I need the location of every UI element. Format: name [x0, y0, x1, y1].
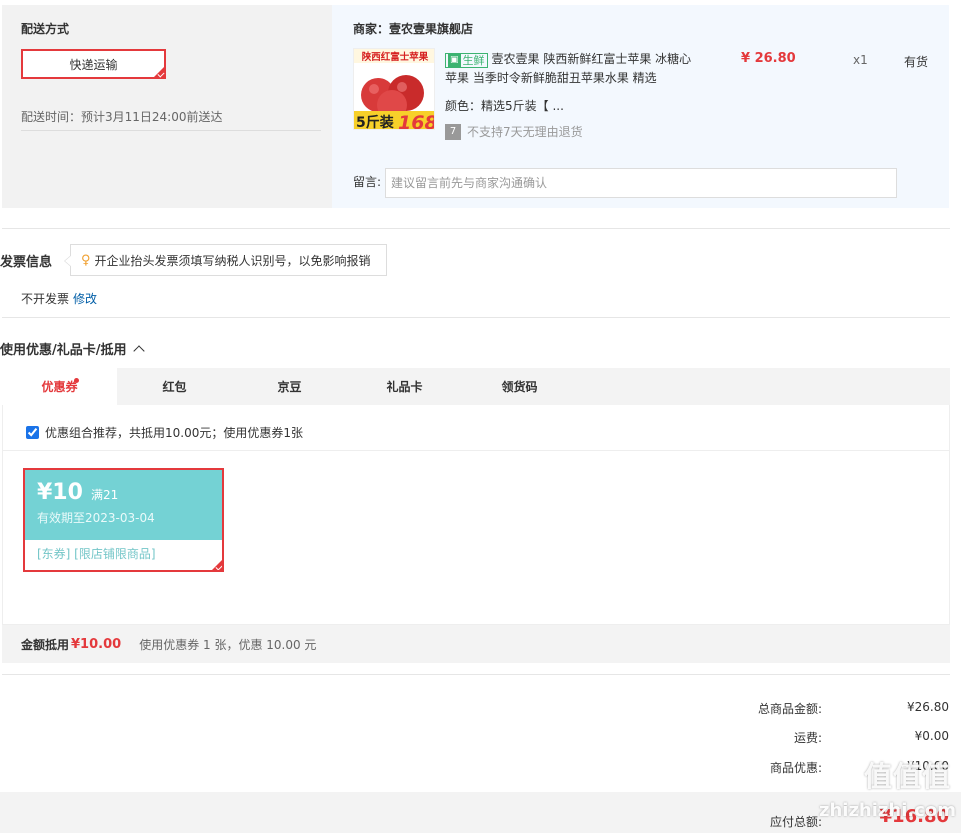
watermark-logo: 值值值: [863, 760, 951, 793]
product-title[interactable]: ▣ 生鲜 壹农壹果 陕西新鲜红富士苹果 冰糖心苹果 当季时令新鲜脆甜丑苹果水果 精选: [445, 50, 695, 88]
chevron-up-icon: [132, 344, 145, 357]
selected-check-icon: [152, 65, 166, 79]
invoice-status-text: 不开发票: [21, 292, 70, 306]
invoice-tip-text: 开企业抬头发票须填写纳税人识别号，以免影响报销: [94, 253, 371, 268]
coupons-title: 使用优惠/礼品卡/抵用: [0, 343, 127, 358]
tab-label: 京豆: [277, 380, 302, 394]
combo-recommend[interactable]: 优惠组合推荐，共抵用10.00元；使用优惠券1张: [26, 424, 303, 441]
message-label: 留言:: [353, 175, 382, 189]
payable-label: 应付总额:: [769, 815, 822, 829]
coupon-header: ¥10 满21 有效期至2023-03-04: [25, 470, 222, 540]
coupon-expiry: 有效期至2023-03-04: [37, 511, 155, 525]
invoice-tip: ♀ 开企业抬头发票须填写纳税人识别号，以免影响报销: [64, 244, 387, 276]
summary-label: 金额抵用: [21, 637, 70, 652]
goods-total-label: 总商品金额:: [757, 702, 822, 716]
combo-text: 优惠组合推荐，共抵用10.00元；使用优惠券1张: [45, 426, 303, 440]
shipping-title: 配送方式: [21, 22, 70, 36]
notification-dot: [74, 378, 79, 383]
divider: [21, 130, 321, 131]
thumb-banner: 陕西红富士苹果: [362, 51, 429, 63]
watermark-site: zhizhizhi.com: [818, 800, 956, 821]
goods-total-value: ¥26.80: [907, 700, 949, 714]
summary-desc: 使用优惠券 1 张，优惠 10.00 元: [139, 637, 317, 652]
apple-image-icon: 陕西红富士苹果 5斤装 168: [354, 49, 435, 130]
tab-label: 领货码: [501, 380, 538, 394]
tab-jd-beans[interactable]: 京豆: [232, 368, 347, 405]
shipping-time: 配送时间：预计3月11日24:00前送达: [21, 110, 223, 124]
return-policy-text: 不支持7天无理由退货: [467, 125, 583, 139]
coupon-summary: 金额抵用 ¥10.00 使用优惠券 1 张，优惠 10.00 元: [2, 625, 950, 663]
divider: [2, 450, 950, 451]
summary-amount: ¥10.00: [71, 636, 122, 652]
invoice-status: 不开发票 修改: [21, 290, 97, 307]
coupon-tabs: 优惠券 红包 京豆 礼品卡 领货码: [2, 368, 950, 405]
product-thumbnail[interactable]: 陕西红富士苹果 5斤装 168: [353, 48, 435, 130]
discount-label: 商品优惠:: [769, 761, 822, 775]
shipping-method-button[interactable]: 快递运输: [21, 49, 166, 79]
product-quantity: x1: [853, 53, 868, 67]
invoice-title: 发票信息: [0, 255, 53, 270]
coupon-amount: ¥10: [37, 480, 83, 505]
coupon-amount-row: ¥10 满21: [37, 480, 210, 505]
shipping-method-label: 快递运输: [69, 57, 118, 72]
return-7day-icon: 7: [445, 123, 461, 140]
product-price: ¥ 26.80: [741, 51, 796, 66]
fresh-tag: ▣ 生鲜: [445, 53, 488, 68]
tab-gift-card[interactable]: 礼品卡: [347, 368, 462, 405]
freight-value: ¥0.00: [914, 729, 949, 743]
thumb-price: 168: [398, 112, 435, 130]
fresh-tag-label: 生鲜: [462, 54, 485, 67]
tab-red-envelope[interactable]: 红包: [117, 368, 232, 405]
tab-pickup-code[interactable]: 领货码: [462, 368, 577, 405]
tab-label: 礼品卡: [386, 380, 423, 394]
selected-check-icon: [210, 558, 222, 570]
product-color: 颜色：精选5斤装【 ...: [445, 99, 564, 113]
tab-label: 优惠券: [41, 380, 78, 394]
return-policy: 7 不支持7天无理由退货: [445, 123, 583, 140]
thumb-weight: 5斤装: [356, 114, 395, 130]
coupon-card[interactable]: ¥10 满21 有效期至2023-03-04 [东券] [限店铺限商品]: [23, 468, 224, 572]
coupon-condition: 满21: [90, 488, 119, 502]
coupons-section-toggle[interactable]: 使用优惠/礼品卡/抵用: [0, 339, 145, 358]
tab-coupons[interactable]: 优惠券: [2, 368, 117, 405]
fresh-leaf-icon: ▣: [448, 54, 461, 67]
combo-checkbox[interactable]: [26, 426, 39, 439]
divider: [2, 317, 950, 318]
merchant-name: 商家：壹农壹果旗舰店: [353, 22, 474, 36]
message-input[interactable]: [385, 168, 897, 198]
stock-status: 有货: [904, 55, 929, 69]
lightbulb-icon: ♀: [81, 252, 91, 268]
invoice-modify-link[interactable]: 修改: [73, 292, 97, 306]
freight-label: 运费:: [793, 731, 822, 745]
divider: [2, 674, 950, 675]
divider: [2, 228, 950, 229]
coupon-tags: [东券] [限店铺限商品]: [37, 547, 156, 561]
tab-label: 红包: [162, 380, 187, 394]
